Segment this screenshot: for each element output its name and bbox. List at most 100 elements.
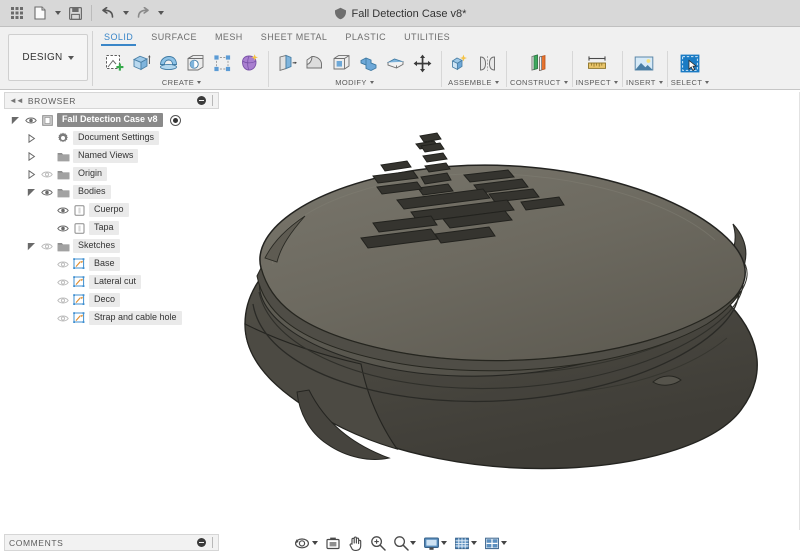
tree-node-lateral-cut[interactable]: Lateral cut [4, 273, 219, 291]
redo-dropdown-caret[interactable] [155, 3, 166, 24]
move-copy-tool[interactable] [409, 50, 435, 76]
panel-options-icon[interactable] [197, 96, 206, 105]
tree-node-cuerpo[interactable]: Cuerpo [4, 201, 219, 219]
revolve-tool[interactable] [155, 50, 181, 76]
pan-button[interactable] [345, 533, 366, 553]
joint-tool[interactable] [474, 50, 500, 76]
arrow-spacer [42, 309, 53, 327]
zoom-window-button[interactable] [390, 533, 419, 553]
tree-node-tapa[interactable]: Tapa [4, 219, 219, 237]
tree-node-origin[interactable]: Origin [4, 165, 219, 183]
pattern-icon [212, 53, 233, 74]
rectangular-pattern-tool[interactable] [209, 50, 235, 76]
panel-insert-label[interactable]: INSERT [626, 77, 663, 87]
tree-node-sketches[interactable]: Sketches [4, 237, 219, 255]
tree-node-document-settings[interactable]: Document Settings [4, 129, 219, 147]
expand-arrow[interactable] [10, 111, 21, 129]
panel-select-label[interactable]: SELECT [671, 77, 710, 87]
panel-assemble-label[interactable]: ASSEMBLE [448, 77, 499, 87]
panel-modify-label[interactable]: MODIFY [335, 77, 374, 87]
tab-plastic[interactable]: PLASTIC [336, 28, 395, 45]
collapse-arrow[interactable] [26, 129, 37, 147]
body-icon [74, 205, 85, 216]
fillet-tool[interactable] [301, 50, 327, 76]
tab-utilities[interactable]: UTILITIES [395, 28, 459, 45]
viewports-button[interactable] [481, 533, 510, 553]
visibility-toggle[interactable] [56, 291, 69, 309]
visibility-toggle[interactable] [56, 309, 69, 327]
panel-construct-label[interactable]: CONSTRUCT [510, 77, 568, 87]
fillet-icon [304, 53, 325, 74]
chevron-down-icon [370, 81, 374, 84]
tree-node-label: Cuerpo [89, 203, 129, 217]
tree-node-bodies[interactable]: Bodies [4, 183, 219, 201]
tab-sheet-metal[interactable]: SHEET METAL [252, 28, 337, 45]
offset-face-tool[interactable] [382, 50, 408, 76]
display-settings-button[interactable] [420, 533, 450, 553]
tree-node-label: Origin [73, 167, 107, 181]
folder-icon [56, 237, 70, 255]
tree-node-base[interactable]: Base [4, 255, 219, 273]
panel-inspect: INSPECT [572, 49, 622, 87]
tree-node-fall-detection-case-v8[interactable]: Fall Detection Case v8 [4, 111, 219, 129]
orbit-button[interactable] [291, 533, 321, 553]
insert-image-tool[interactable] [629, 50, 659, 76]
measure-tool[interactable] [582, 50, 612, 76]
press-pull-tool[interactable] [274, 50, 300, 76]
offset-plane-icon [528, 53, 549, 74]
panel-inspect-label[interactable]: INSPECT [576, 77, 618, 87]
tab-mesh[interactable]: MESH [206, 28, 252, 45]
visibility-toggle[interactable] [40, 165, 53, 183]
tree-node-strap-and-cable-hole[interactable]: Strap and cable hole [4, 309, 219, 327]
active-component-radio[interactable] [170, 115, 181, 126]
tab-surface[interactable]: SURFACE [142, 28, 206, 45]
save-button[interactable] [64, 3, 86, 24]
undo-button[interactable] [97, 3, 119, 24]
file-dropdown-caret[interactable] [52, 3, 63, 24]
create-form-tool[interactable] [236, 50, 262, 76]
body-icon [72, 201, 86, 219]
expand-arrow[interactable] [26, 183, 37, 201]
app-grid-button[interactable] [6, 3, 28, 24]
select-tool[interactable] [675, 50, 705, 76]
extrude-tool[interactable] [128, 50, 154, 76]
redo-button[interactable] [132, 3, 154, 24]
double-chevron-left-icon[interactable]: ◄◄ [9, 96, 23, 105]
visibility-toggle[interactable] [24, 111, 37, 129]
undo-dropdown-caret[interactable] [120, 3, 131, 24]
look-at-button[interactable] [322, 533, 344, 553]
tree-node-deco[interactable]: Deco [4, 291, 219, 309]
sketch-icon [73, 276, 86, 288]
combine-tool[interactable] [355, 50, 381, 76]
redo-arrow-icon [136, 7, 150, 19]
grid-snaps-button[interactable] [451, 533, 480, 553]
visibility-toggle[interactable] [40, 237, 53, 255]
document-title: Fall Detection Case v8* [352, 8, 467, 20]
panel-label-text: INSERT [626, 78, 656, 87]
create-sketch-tool[interactable] [101, 50, 127, 76]
visibility-toggle[interactable] [56, 273, 69, 291]
collapse-arrow[interactable] [26, 165, 37, 183]
visibility-toggle[interactable] [40, 183, 53, 201]
visibility-toggle[interactable] [56, 255, 69, 273]
visibility-toggle[interactable] [56, 201, 69, 219]
tree-node-named-views[interactable]: Named Views [4, 147, 219, 165]
gear-icon [56, 129, 70, 147]
tab-label: MESH [215, 32, 243, 42]
new-component-tool[interactable] [447, 50, 473, 76]
zoom-button[interactable] [367, 533, 389, 553]
tab-solid[interactable]: SOLID [95, 28, 142, 45]
offset-plane-tool[interactable] [524, 50, 554, 76]
viewport-canvas[interactable] [221, 92, 800, 530]
chevron-down-icon [614, 81, 618, 84]
collapse-arrow[interactable] [26, 147, 37, 165]
expand-arrow[interactable] [26, 237, 37, 255]
file-button[interactable] [29, 3, 51, 24]
workspace-switcher-button[interactable]: DESIGN [8, 34, 88, 81]
panel-create-label[interactable]: CREATE [162, 77, 201, 87]
folder-icon [57, 169, 70, 180]
panel-grip[interactable] [211, 95, 214, 106]
hole-tool[interactable] [182, 50, 208, 76]
visibility-toggle[interactable] [56, 219, 69, 237]
shell-tool[interactable] [328, 50, 354, 76]
